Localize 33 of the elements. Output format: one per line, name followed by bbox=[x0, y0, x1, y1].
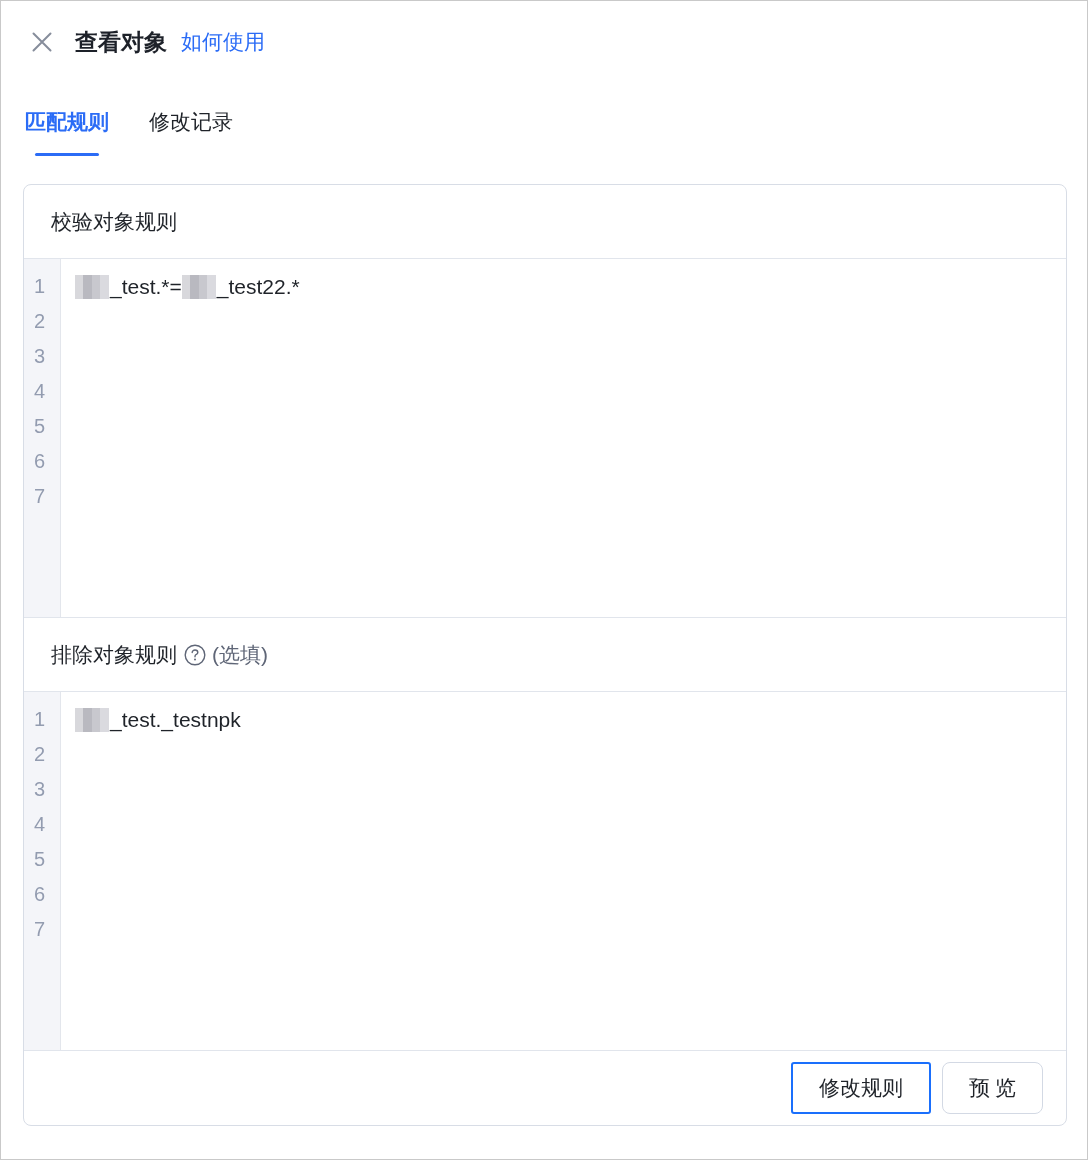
line-number: 6 bbox=[34, 882, 46, 907]
line-number: 1 bbox=[34, 274, 46, 299]
redacted-block bbox=[75, 707, 109, 732]
code-editor[interactable]: 1 2 3 4 5 6 7 _test._testnpk bbox=[24, 692, 1066, 1051]
optional-hint: (选填) bbox=[212, 641, 268, 668]
section-title: 校验对象规则 bbox=[51, 208, 177, 235]
rule-button[interactable]: 修改规则 bbox=[791, 1062, 931, 1114]
line-number: 2 bbox=[34, 742, 46, 767]
code-text: _test22.* bbox=[216, 274, 300, 301]
line-number: 4 bbox=[34, 379, 46, 404]
redacted-block bbox=[181, 274, 216, 299]
tab[interactable]: 修改记录 bbox=[149, 108, 233, 156]
line-number: 5 bbox=[34, 847, 46, 872]
code-text: _test.*= bbox=[110, 274, 182, 301]
redacted-block bbox=[75, 274, 109, 299]
line-number: 7 bbox=[34, 917, 46, 942]
close-icon[interactable] bbox=[32, 32, 52, 52]
line-number: 5 bbox=[34, 414, 46, 439]
dialog-title: 查看对象 bbox=[75, 27, 167, 57]
line-number: 4 bbox=[34, 812, 46, 837]
code-text: _test._testnpk bbox=[110, 707, 241, 734]
rule-button[interactable]: 预 览 bbox=[942, 1062, 1043, 1114]
help-link[interactable]: 如何使用 bbox=[181, 28, 265, 56]
section-title: 排除对象规则 bbox=[51, 641, 177, 668]
line-number: 1 bbox=[34, 707, 46, 732]
help-icon[interactable] bbox=[184, 643, 206, 666]
line-number: 7 bbox=[34, 484, 46, 509]
line-number: 2 bbox=[34, 309, 46, 334]
code-editor[interactable]: 1 2 3 4 5 6 7 _test.*= _test22.* bbox=[24, 259, 1066, 618]
line-number: 3 bbox=[34, 344, 46, 369]
line-number: 6 bbox=[34, 449, 46, 474]
line-number: 3 bbox=[34, 777, 46, 802]
tab[interactable]: 匹配规则 bbox=[25, 108, 109, 156]
